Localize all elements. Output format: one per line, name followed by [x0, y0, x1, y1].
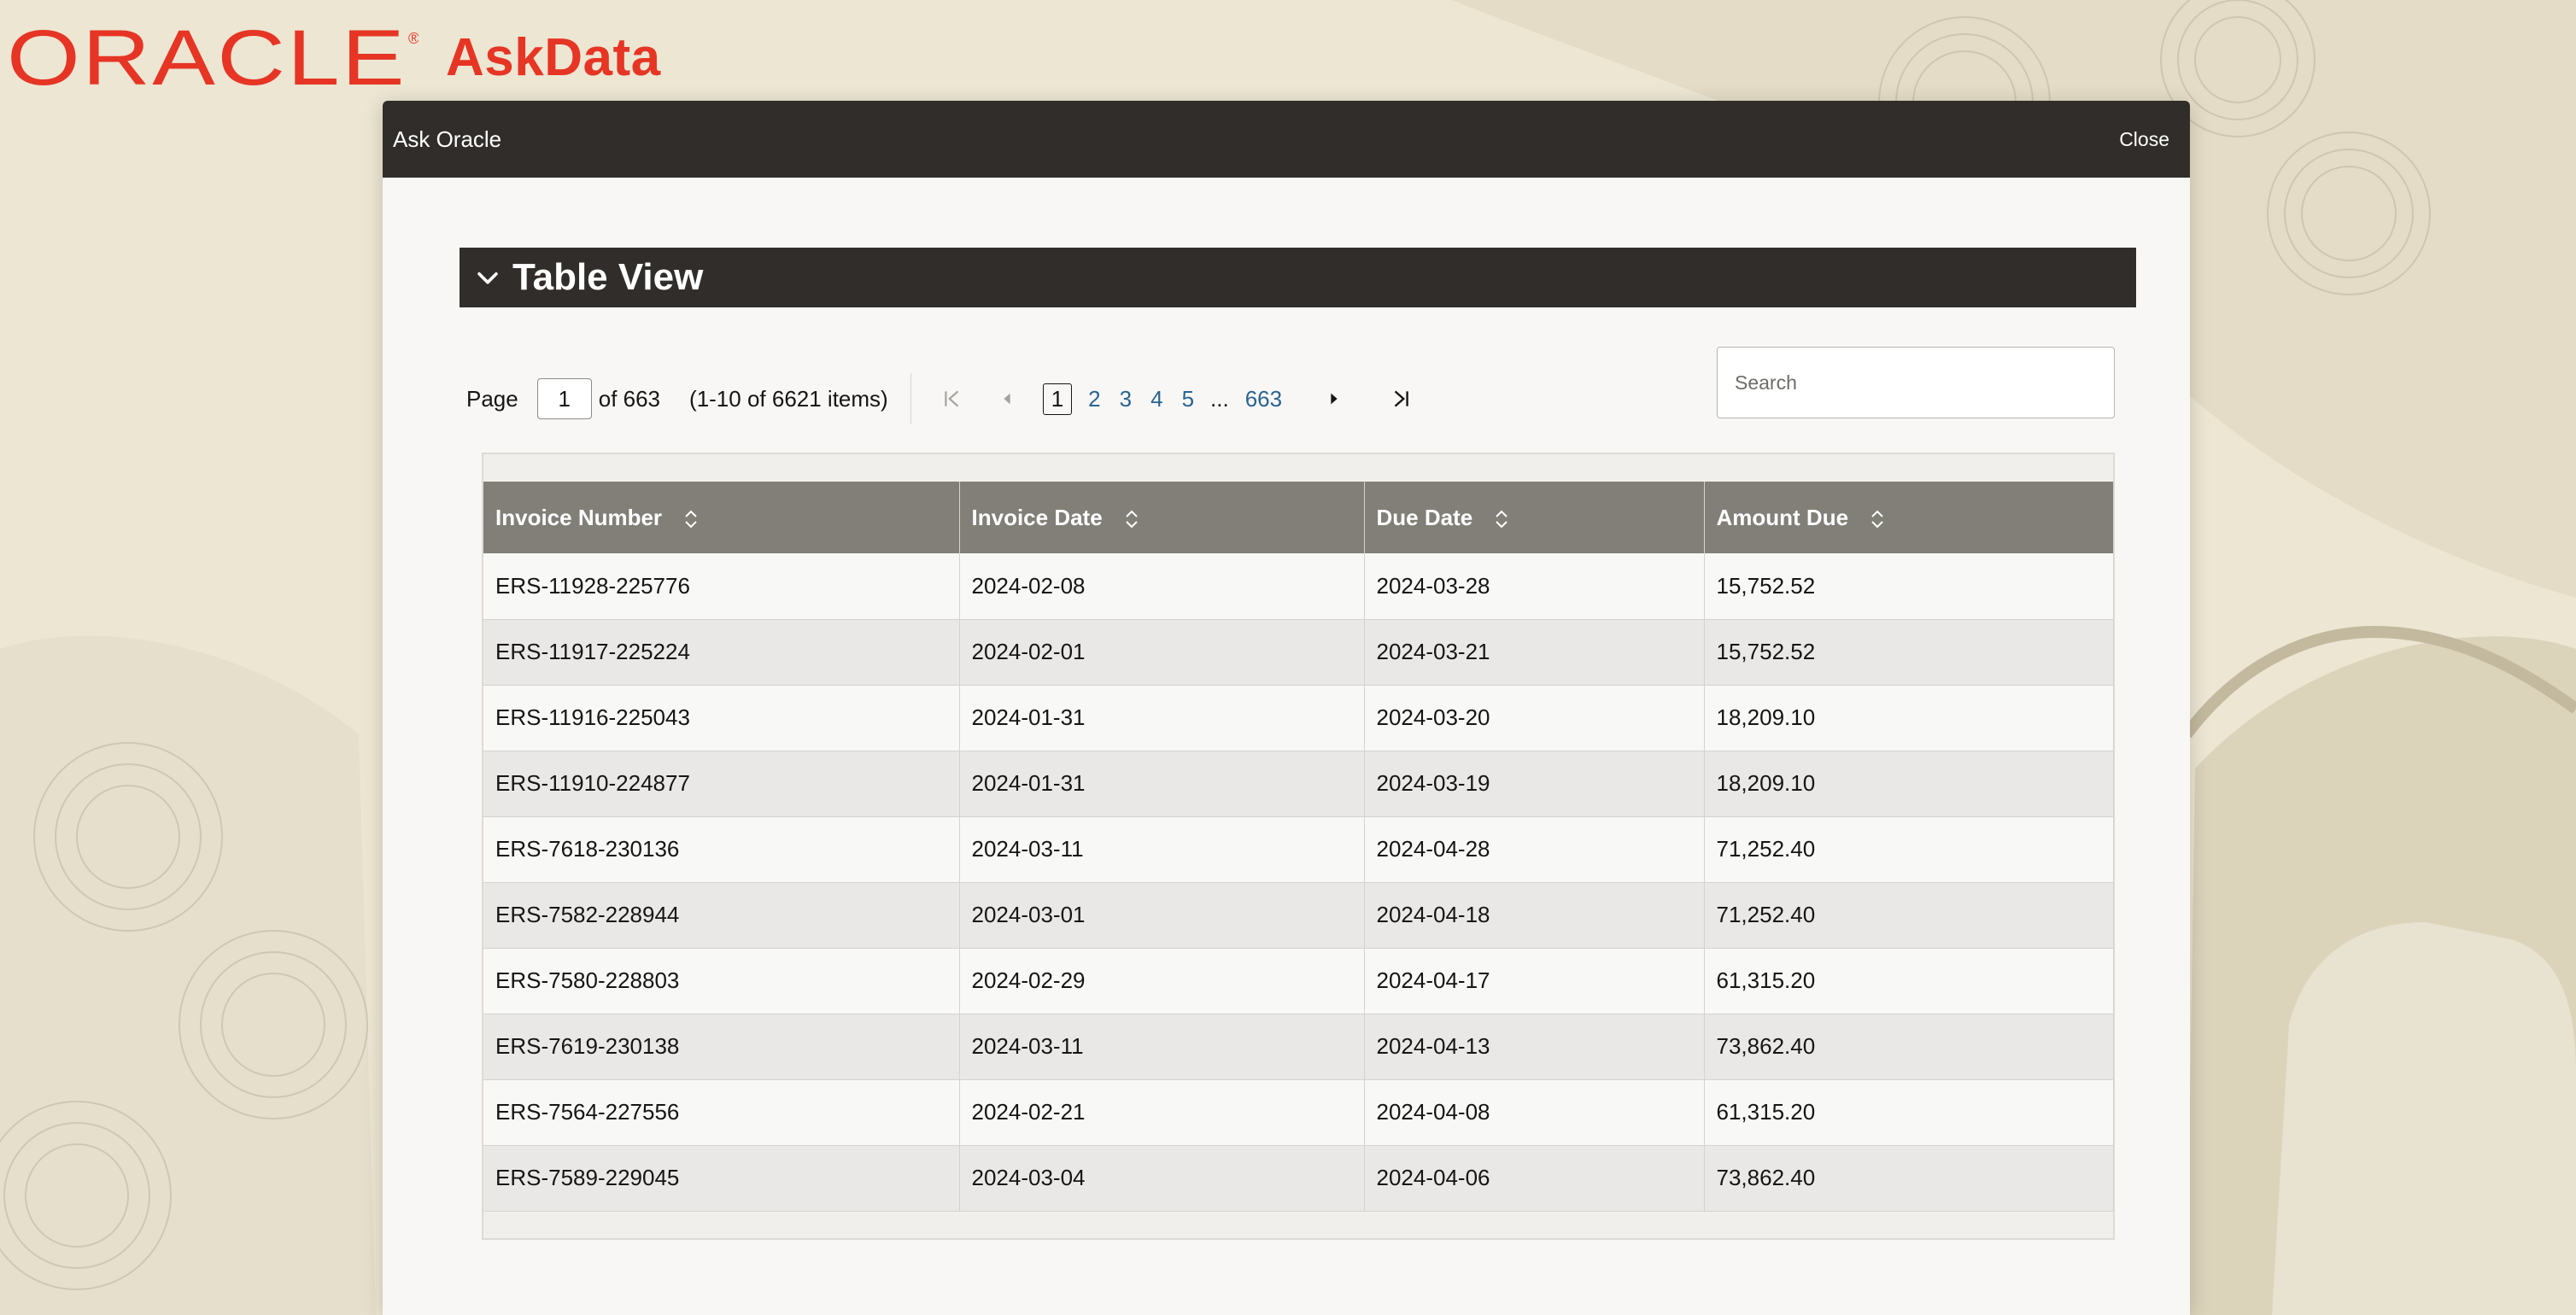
cell-due-date: 2024-03-21 — [1364, 619, 1705, 686]
table-view-header[interactable]: Table View — [460, 248, 2136, 307]
cell-invoice-date: 2024-01-31 — [959, 751, 1365, 817]
section-title: Table View — [512, 256, 704, 298]
app-header: ORACLE ® AskData — [7, 19, 661, 96]
previous-page-icon — [1004, 393, 1010, 405]
cell-amount-due: 15,752.52 — [1704, 553, 2114, 620]
cell-invoice-number: ERS-7589-229045 — [483, 1145, 960, 1212]
last-page-button[interactable] — [1384, 382, 1418, 416]
page-ellipsis: ... — [1210, 385, 1229, 412]
cell-due-date: 2024-03-19 — [1364, 751, 1705, 817]
cell-due-date: 2024-04-08 — [1364, 1079, 1705, 1146]
table-row[interactable]: ERS-7564-227556 2024-02-21 2024-04-08 61,31… — [483, 1079, 2114, 1146]
table-row[interactable]: ERS-11916-225043 2024-01-31 2024-03-20 18,2… — [483, 685, 2114, 751]
cell-invoice-date: 2024-03-11 — [959, 816, 1365, 883]
column-header-amount-due[interactable]: Amount Due — [1704, 482, 2114, 553]
invoice-table: Invoice Number Invoice Date Due Date Amo… — [483, 482, 2114, 1212]
cell-invoice-number: ERS-7564-227556 — [483, 1079, 960, 1146]
previous-page-button[interactable] — [990, 382, 1024, 416]
cell-due-date: 2024-04-18 — [1364, 882, 1705, 949]
column-header-invoice-date[interactable]: Invoice Date — [959, 482, 1365, 553]
table-row[interactable]: ERS-11917-225224 2024-02-01 2024-03-21 15,7… — [483, 619, 2114, 686]
cell-amount-due: 61,315.20 — [1704, 1079, 2114, 1146]
table-body: ERS-11928-225776 2024-02-08 2024-03-28 15,7… — [483, 553, 2114, 1212]
cell-invoice-number: ERS-7618-230136 — [483, 816, 960, 883]
table-header-row: Invoice Number Invoice Date Due Date Amo… — [483, 482, 2114, 553]
cell-due-date: 2024-04-17 — [1364, 948, 1705, 1014]
cell-amount-due: 15,752.52 — [1704, 619, 2114, 686]
table-row[interactable]: ERS-7580-228803 2024-02-29 2024-04-17 61,31… — [483, 948, 2114, 1014]
cell-invoice-number: ERS-11917-225224 — [483, 619, 960, 686]
page-link-5[interactable]: 5 — [1182, 386, 1194, 412]
table-row[interactable]: ERS-11910-224877 2024-01-31 2024-03-19 18,2… — [483, 751, 2114, 817]
svg-text:ORACLE: ORACLE — [7, 23, 407, 91]
cell-invoice-number: ERS-7619-230138 — [483, 1014, 960, 1080]
search-input[interactable] — [1717, 347, 2115, 418]
dialog-title: Ask Oracle — [393, 126, 502, 152]
page-link-2[interactable]: 2 — [1088, 386, 1100, 412]
app-title: AskData — [446, 27, 661, 87]
column-header-due-date[interactable]: Due Date — [1364, 482, 1705, 553]
page-link-4[interactable]: 4 — [1150, 386, 1162, 412]
cell-invoice-date: 2024-02-08 — [959, 553, 1365, 620]
table-row[interactable]: ERS-7589-229045 2024-03-04 2024-04-06 73,86… — [483, 1145, 2114, 1212]
cell-invoice-number: ERS-11910-224877 — [483, 751, 960, 817]
next-page-button[interactable] — [1317, 382, 1351, 416]
cell-amount-due: 73,862.40 — [1704, 1145, 2114, 1212]
table-row[interactable]: ERS-7582-228944 2024-03-01 2024-04-18 71,25… — [483, 882, 2114, 949]
page-link-last[interactable]: 663 — [1245, 386, 1282, 412]
cell-invoice-date: 2024-03-11 — [959, 1014, 1365, 1080]
cell-amount-due: 18,209.10 — [1704, 751, 2114, 817]
cell-due-date: 2024-03-28 — [1364, 553, 1705, 620]
items-range-label: (1-10 of 6621 items) — [689, 385, 888, 412]
cell-amount-due: 71,252.40 — [1704, 882, 2114, 949]
dialog-header: Ask Oracle Close — [383, 101, 2190, 178]
page-number-input[interactable] — [536, 378, 592, 419]
table-row[interactable]: ERS-11928-225776 2024-02-08 2024-03-28 15,7… — [483, 553, 2114, 620]
oracle-logo: ORACLE ® — [7, 23, 419, 91]
cell-invoice-number: ERS-7582-228944 — [483, 882, 960, 949]
sort-icon — [1871, 510, 1883, 529]
cell-invoice-date: 2024-02-01 — [959, 619, 1365, 686]
next-page-icon — [1331, 393, 1338, 405]
cell-invoice-number: ERS-11916-225043 — [483, 685, 960, 751]
table-row[interactable]: ERS-7619-230138 2024-03-11 2024-04-13 73,86… — [483, 1014, 2114, 1080]
cell-invoice-number: ERS-7580-228803 — [483, 948, 960, 1014]
page-link-3[interactable]: 3 — [1120, 386, 1132, 412]
first-page-button[interactable] — [935, 382, 969, 416]
page-label: Page — [466, 385, 518, 412]
chevron-down-icon[interactable] — [473, 263, 502, 292]
cell-amount-due: 18,209.10 — [1704, 685, 2114, 751]
sort-icon — [1126, 510, 1138, 529]
cell-due-date: 2024-04-06 — [1364, 1145, 1705, 1212]
cell-due-date: 2024-03-20 — [1364, 685, 1705, 751]
table-toolbar: Page of 663 (1-10 of 6621 items) 1 — [460, 307, 2136, 453]
sort-icon — [685, 510, 698, 529]
svg-text:®: ® — [408, 30, 419, 47]
last-page-icon — [1394, 390, 1408, 407]
cell-invoice-date: 2024-02-21 — [959, 1079, 1365, 1146]
data-table-container: Invoice Number Invoice Date Due Date Amo… — [482, 453, 2115, 1240]
cell-invoice-date: 2024-03-01 — [959, 882, 1365, 949]
sort-icon — [1496, 510, 1508, 529]
cell-invoice-date: 2024-02-29 — [959, 948, 1365, 1014]
cell-due-date: 2024-04-28 — [1364, 816, 1705, 883]
cell-invoice-number: ERS-11928-225776 — [483, 553, 960, 620]
column-header-invoice-number[interactable]: Invoice Number — [483, 482, 960, 553]
cell-invoice-date: 2024-03-04 — [959, 1145, 1365, 1212]
close-button[interactable]: Close — [2119, 128, 2169, 151]
pagination: Page of 663 (1-10 of 6621 items) 1 — [466, 373, 1426, 424]
table-row[interactable]: ERS-7618-230136 2024-03-11 2024-04-28 71,25… — [483, 816, 2114, 883]
cell-invoice-date: 2024-01-31 — [959, 685, 1365, 751]
pager-divider — [910, 373, 911, 424]
first-page-icon — [945, 390, 958, 407]
cell-amount-due: 73,862.40 — [1704, 1014, 2114, 1080]
dialog-body: Table View Page of 663 (1-10 of 6621 ite… — [383, 178, 2190, 1240]
page-current[interactable]: 1 — [1042, 383, 1073, 415]
cell-amount-due: 61,315.20 — [1704, 948, 2114, 1014]
page-total-label: of 663 — [598, 385, 661, 412]
cell-amount-due: 71,252.40 — [1704, 816, 2114, 883]
cell-due-date: 2024-04-13 — [1364, 1014, 1705, 1080]
ask-oracle-dialog: Ask Oracle Close Table View Page of 663 … — [383, 101, 2190, 1315]
